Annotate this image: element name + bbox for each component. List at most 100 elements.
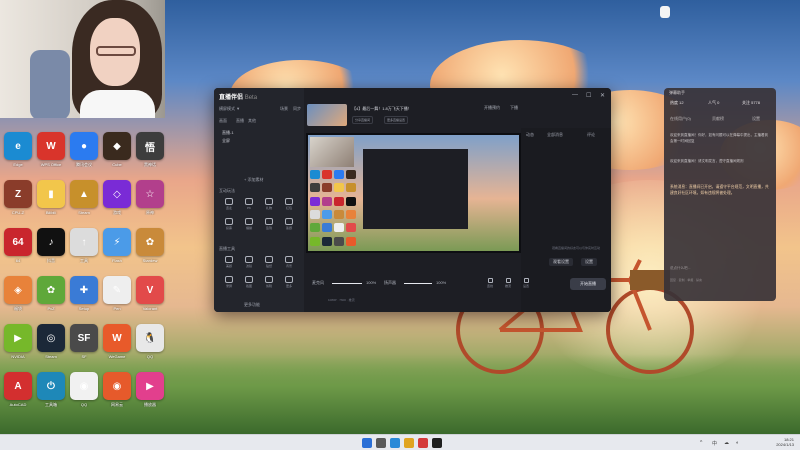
chat-input[interactable]: 说点什么吧... [670,266,770,271]
add-source-button[interactable]: + 添加素材 [244,177,263,183]
sidebar-tab-messages[interactable]: 全部消息 [547,132,563,138]
desktop-icon-label: 播放器 [144,402,156,407]
desktop-icon[interactable]: ♪ 抖音 [35,228,67,263]
tool-button[interactable]: 福袋 [240,218,258,230]
close-icon[interactable]: ✕ [600,92,605,99]
desktop-icon[interactable]: ◇ 游戏 [101,180,133,215]
tab-scene[interactable]: 场景 [280,106,288,112]
desktop-icon[interactable]: ◆ Cube [101,132,133,167]
desktop-icon[interactable]: ↑ 工具 [68,228,100,263]
volume-icon[interactable]: ◐ [736,440,739,446]
taskbar-clock[interactable]: 18:21 2024/1/13 [776,437,794,447]
ime-indicator[interactable]: 中 [712,440,717,447]
desktop-icon[interactable]: W WPS Office [35,132,67,167]
desktop-icon[interactable]: ◎ Steam [35,324,67,359]
desktop-app-icon: A [4,372,32,400]
schedule-button[interactable]: 开播预约 [484,105,500,111]
speaker-volume-slider[interactable] [404,283,432,284]
desktop-icon[interactable]: ✎ Pen [101,276,133,311]
tool-button[interactable]: PK [240,198,258,210]
tool-button[interactable]: 答题 [280,218,298,230]
desktop-icon[interactable]: ✿ PvZ [35,276,67,311]
desktop-icon[interactable]: SF SF [68,324,100,359]
desktop-icon[interactable]: V Valorant [134,276,166,311]
desktop-icon[interactable]: ✚ Setup [68,276,100,311]
desktop-icon[interactable]: A AutoCAD [2,372,34,407]
desktop-icon[interactable]: ✿ Stardew [134,228,166,263]
desktop-app-icon: ♪ [37,228,65,256]
push-icon[interactable]: 推流 [502,278,514,288]
minimize-icon[interactable]: — [572,92,578,98]
maximize-icon[interactable]: ☐ [586,92,591,99]
sub-tab-live[interactable]: 直播 [236,118,244,124]
tool-icon [245,198,253,205]
desktop-icon[interactable]: e Edge [2,132,34,167]
desktop-icon[interactable]: 🐧 QQ [134,324,166,359]
desktop-icon[interactable]: ▲ Steam [68,180,100,215]
tool-button[interactable]: 签到 [260,218,278,230]
sidebar-tab-dynamic[interactable]: 动态 [526,132,534,138]
edge-taskbar-icon[interactable] [390,438,400,448]
tab-settings[interactable]: 设置 [752,116,760,122]
sub-tab-picture[interactable]: 画面 [219,118,227,124]
scene-item[interactable]: 直播-1 [222,130,234,136]
desktop-icon[interactable]: ☆ 原神 [134,180,166,215]
tool-button[interactable]: 背景 [280,256,298,268]
tool-button[interactable]: 更多 [280,276,298,288]
end-stream-button[interactable]: 下播 [510,105,518,111]
desktop-mascot-icon[interactable] [660,6,670,18]
tool-button[interactable]: 红包 [280,198,298,210]
settings-icon[interactable]: 设置 [520,278,532,288]
tool-button[interactable]: 连麦 [220,198,238,210]
scene-item[interactable]: 全屏 [222,138,230,144]
network-icon[interactable]: ☁ [724,440,729,446]
desktop-icon[interactable]: ◉ QQ [68,372,100,407]
tool-button[interactable]: 贴纸 [260,256,278,268]
stream-title[interactable]: 【4】最后一舞！1.8万飞天下播！ [352,106,412,112]
desktop-icon[interactable]: 64 64 [2,228,34,263]
stream-cover-thumbnail[interactable] [307,104,347,126]
desktop-icon[interactable]: ▶ 播放器 [134,372,166,407]
desktop-app-icon: ☆ [136,180,164,208]
start-live-button[interactable]: 开始直播 [570,278,606,290]
share-room-chip[interactable]: 分享直播间 [352,116,374,124]
tab-online-users[interactable]: 在线用户(0) [670,116,691,122]
tool-button[interactable]: 投票 [220,218,238,230]
tool-button[interactable]: 截图 [240,276,258,288]
tool-button[interactable]: 滤镜 [240,256,258,268]
mic-volume-slider[interactable] [332,283,362,284]
desktop-icon-label: Steam [78,210,90,215]
panel-footer-actions[interactable]: 回复 · 复制 · 举报 · 禁言 [670,278,770,282]
desktop-icon[interactable]: W WeGame [101,324,133,359]
search-icon[interactable] [376,438,386,448]
desktop-icon[interactable]: ▮ Bilibili [35,180,67,215]
desktop-icon[interactable]: ⚡ Flash [101,228,133,263]
desktop-icon[interactable]: ◉ 网易云 [101,372,133,407]
live-app-taskbar-icon[interactable] [432,438,442,448]
desktop-icon[interactable]: ● 腾讯会议 [68,132,100,167]
tool-button[interactable]: 美颜 [220,256,238,268]
desktop-icon[interactable]: 悟黑神话 [134,132,166,167]
settings-button[interactable]: 设置 [581,258,597,266]
more-settings-chip[interactable]: 更多直播设置 [384,116,409,124]
stream-preview[interactable] [306,133,521,253]
app-taskbar-icon[interactable] [418,438,428,448]
tab-contribution[interactable]: 贡献榜 [712,116,724,122]
desktop-icon[interactable]: ◈ 福袋 [2,276,34,311]
sidebar-tab-comments[interactable]: 评论 [587,132,595,138]
tab-sync[interactable]: 同步 [293,106,301,112]
desktop-icon[interactable]: ⏻ 工具箱 [35,372,67,407]
tool-button[interactable]: 礼物 [260,198,278,210]
tray-chevron-icon[interactable]: ^ [700,440,702,446]
tool-button[interactable]: 录屏 [220,276,238,288]
explorer-taskbar-icon[interactable] [404,438,414,448]
tool-button[interactable]: 剪辑 [260,276,278,288]
desktop-icon[interactable]: Z CPU-Z [2,180,34,215]
start-menu-icon[interactable] [362,438,372,448]
scene-mode-selector[interactable]: 横屏模式 ▼ [219,106,240,112]
sub-tab-other[interactable]: 其他 [248,118,256,124]
connect-icon[interactable]: 连线 [484,278,496,288]
more-features-link[interactable]: 更多功能 [244,302,260,308]
viewer-settings-button[interactable]: 观看设置 [549,258,573,266]
desktop-icon[interactable]: ▶ NVIDIA [2,324,34,359]
